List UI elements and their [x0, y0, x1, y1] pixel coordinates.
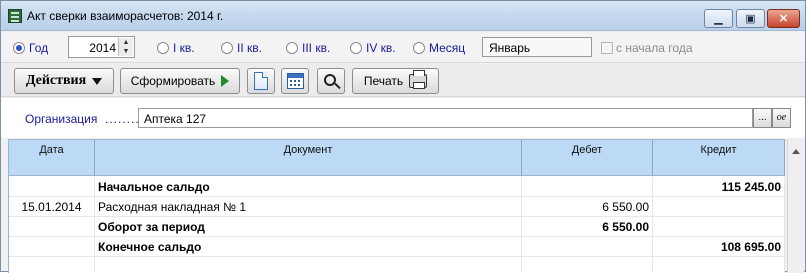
cell-document: Начальное сальдо: [95, 177, 522, 197]
window: Акт сверки взаиморасчетов: 2014 г. ▁ ▣ ✕…: [0, 0, 806, 273]
table-row[interactable]: Конечное сальдо 108 695.00: [9, 237, 785, 257]
toolbar: Действия Сформировать Печать: [1, 64, 805, 97]
radio-q3[interactable]: III кв.: [286, 41, 330, 55]
minimize-button[interactable]: ▁: [704, 9, 733, 28]
year-stepper[interactable]: ▲ ▼: [118, 38, 133, 56]
cell-date: [9, 237, 95, 257]
print-button[interactable]: Печать: [352, 68, 439, 94]
radio-label: Год: [29, 41, 49, 55]
radio-year[interactable]: Год: [13, 41, 48, 55]
radio-label: III кв.: [302, 41, 331, 55]
printer-icon: [409, 70, 428, 89]
table-row[interactable]: [9, 257, 785, 273]
radio-label: I кв.: [173, 41, 195, 55]
calendar-button[interactable]: [281, 68, 309, 94]
organization-dots: ........: [105, 112, 140, 126]
cell-debit: 6 550.00: [522, 197, 653, 217]
open-organization-button[interactable]: ое: [772, 108, 791, 128]
from-start-checkbox[interactable]: с начала года: [601, 41, 693, 55]
period-bar: Год 2014 ▲ ▼ I кв. II кв. III кв. IV кв. …: [1, 32, 805, 63]
radio-dot: [157, 42, 169, 54]
table-header: Дата Документ Дебет Кредит: [9, 139, 785, 176]
actions-button[interactable]: Действия: [14, 68, 114, 94]
year-input[interactable]: 2014 ▲ ▼: [68, 36, 135, 58]
radio-label: IV кв.: [366, 41, 396, 55]
document-button[interactable]: [247, 68, 275, 94]
cell-document: Конечное сальдо: [95, 237, 522, 257]
search-icon: [323, 73, 336, 86]
radio-q4[interactable]: IV кв.: [350, 41, 396, 55]
radio-dot: [221, 42, 233, 54]
month-field[interactable]: Январь: [482, 37, 592, 57]
radio-dot: [350, 42, 362, 54]
close-button[interactable]: ✕: [767, 9, 800, 28]
generate-label: Сформировать: [130, 74, 216, 88]
cell-credit: [653, 257, 785, 273]
search-button[interactable]: [317, 68, 345, 94]
organization-label: Организация: [25, 112, 98, 126]
cell-document: Оборот за период: [95, 217, 522, 237]
cell-credit: 108 695.00: [653, 237, 785, 257]
cell-date: [9, 217, 95, 237]
table-row[interactable]: 15.01.2014 Расходная накладная № 16 550.0…: [9, 197, 785, 217]
app-icon: [8, 9, 22, 23]
cell-debit: [522, 257, 653, 273]
cell-credit: [653, 197, 785, 217]
title-bar: Акт сверки взаиморасчетов: 2014 г. ▁ ▣ ✕: [1, 1, 805, 31]
radio-label: Месяц: [429, 41, 466, 55]
generate-button[interactable]: Сформировать: [120, 68, 240, 94]
column-header-credit[interactable]: Кредит: [653, 140, 785, 176]
calendar-icon: [286, 73, 304, 89]
cell-credit: 115 245.00: [653, 177, 785, 197]
radio-q2[interactable]: II кв.: [221, 41, 262, 55]
radio-dot: [286, 42, 298, 54]
maximize-button[interactable]: ▣: [736, 9, 765, 28]
from-start-label: с начала года: [616, 41, 693, 55]
cell-date: 15.01.2014: [9, 197, 95, 217]
radio-dot: [13, 42, 25, 54]
table-row[interactable]: Начальное сальдо 115 245.00: [9, 177, 785, 197]
cell-date: [9, 177, 95, 197]
scroll-up-icon[interactable]: [792, 149, 800, 154]
radio-month[interactable]: Месяц: [413, 41, 465, 55]
checkbox-box: [601, 42, 613, 54]
select-organization-button[interactable]: ...: [753, 108, 772, 128]
year-value: 2014: [89, 41, 116, 55]
cell-credit: [653, 217, 785, 237]
chevron-down-icon: [92, 77, 103, 85]
actions-label: Действия: [25, 73, 87, 88]
radio-dot: [413, 42, 425, 54]
window-title: Акт сверки взаиморасчетов: 2014 г.: [27, 9, 224, 23]
cell-document: Расходная накладная № 1: [95, 197, 522, 217]
play-icon: [221, 75, 230, 87]
column-header-debit[interactable]: Дебет: [522, 140, 653, 176]
cell-debit: [522, 177, 653, 197]
table-row[interactable]: Оборот за период 6 550.00: [9, 217, 785, 237]
cell-debit: [522, 237, 653, 257]
radio-label: II кв.: [237, 41, 262, 55]
print-label: Печать: [363, 74, 404, 88]
organization-input[interactable]: Аптека 127: [138, 108, 753, 128]
column-header-date[interactable]: Дата: [9, 140, 95, 176]
reconciliation-table: Дата Документ Дебет Кредит Начальное сал…: [8, 139, 785, 273]
organization-row: Организация ........ Аптека 127 ... ое: [1, 98, 805, 138]
document-icon: [254, 72, 268, 90]
cell-document: [95, 257, 522, 273]
cell-debit: 6 550.00: [522, 217, 653, 237]
cell-date: [9, 257, 95, 273]
radio-q1[interactable]: I кв.: [157, 41, 195, 55]
column-header-document[interactable]: Документ: [95, 140, 522, 176]
vertical-scrollbar[interactable]: [787, 139, 804, 273]
